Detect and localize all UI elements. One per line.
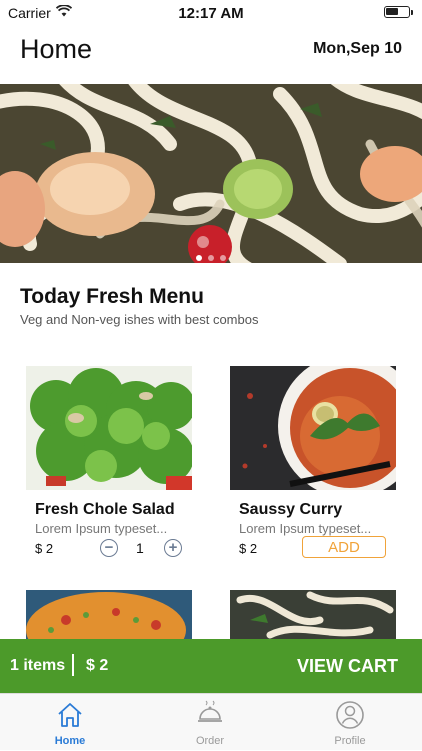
add-to-cart-button[interactable]: ADD xyxy=(302,536,386,558)
qty-increase-button[interactable]: + xyxy=(164,539,182,557)
food-tray-icon xyxy=(195,700,225,735)
cart-total: $ 2 xyxy=(86,657,109,674)
pager-dot[interactable] xyxy=(208,255,214,261)
menu-item-desc: Lorem Ipsum typeset... xyxy=(35,521,168,536)
tab-order[interactable]: Order xyxy=(140,694,280,751)
page-title: Home xyxy=(20,34,93,64)
tab-home-label: Home xyxy=(54,735,86,747)
section-title: Today Fresh Menu xyxy=(20,285,204,308)
date-label: Mon,Sep 10 xyxy=(313,40,402,57)
profile-icon xyxy=(335,700,365,735)
menu-item-desc: Lorem Ipsum typeset... xyxy=(239,521,372,536)
pager-dot[interactable] xyxy=(220,255,226,261)
view-cart-button[interactable]: VIEW CART xyxy=(297,656,398,677)
cart-item-count: 1 items xyxy=(10,657,66,674)
tab-profile-label: Profile xyxy=(334,735,366,747)
menu-item-price: $ 2 xyxy=(35,541,54,556)
menu-item-image-noodles[interactable] xyxy=(230,590,396,639)
qty-decrease-button[interactable]: − xyxy=(100,539,118,557)
tab-profile[interactable]: Profile xyxy=(280,694,420,751)
pager-dot[interactable] xyxy=(196,255,202,261)
battery-icon xyxy=(384,6,413,18)
menu-item-image-salad[interactable] xyxy=(26,366,192,490)
menu-item-image-curry[interactable] xyxy=(230,366,396,490)
status-time: 12:17 AM xyxy=(178,5,244,22)
section-subtitle: Veg and Non-veg ishes with best combos xyxy=(20,312,259,327)
hero-banner-image[interactable] xyxy=(0,84,422,263)
carousel-pager[interactable] xyxy=(0,248,422,266)
menu-item-image-paella[interactable] xyxy=(26,590,192,639)
tab-home[interactable]: Home xyxy=(0,694,140,751)
menu-item-name: Fresh Chole Salad xyxy=(35,501,175,518)
tab-order-label: Order xyxy=(195,735,225,747)
cart-bar[interactable]: 1 items $ 2 VIEW CART xyxy=(0,639,422,693)
cart-divider xyxy=(72,654,74,676)
menu-item-name: Saussy Curry xyxy=(239,501,343,518)
home-icon xyxy=(55,700,85,735)
status-bar: Carrier 12:17 AM xyxy=(0,0,422,26)
menu-item-price: $ 2 xyxy=(239,541,258,556)
tab-bar: Home Order Profile xyxy=(0,693,422,750)
qty-value: 1 xyxy=(136,540,144,556)
